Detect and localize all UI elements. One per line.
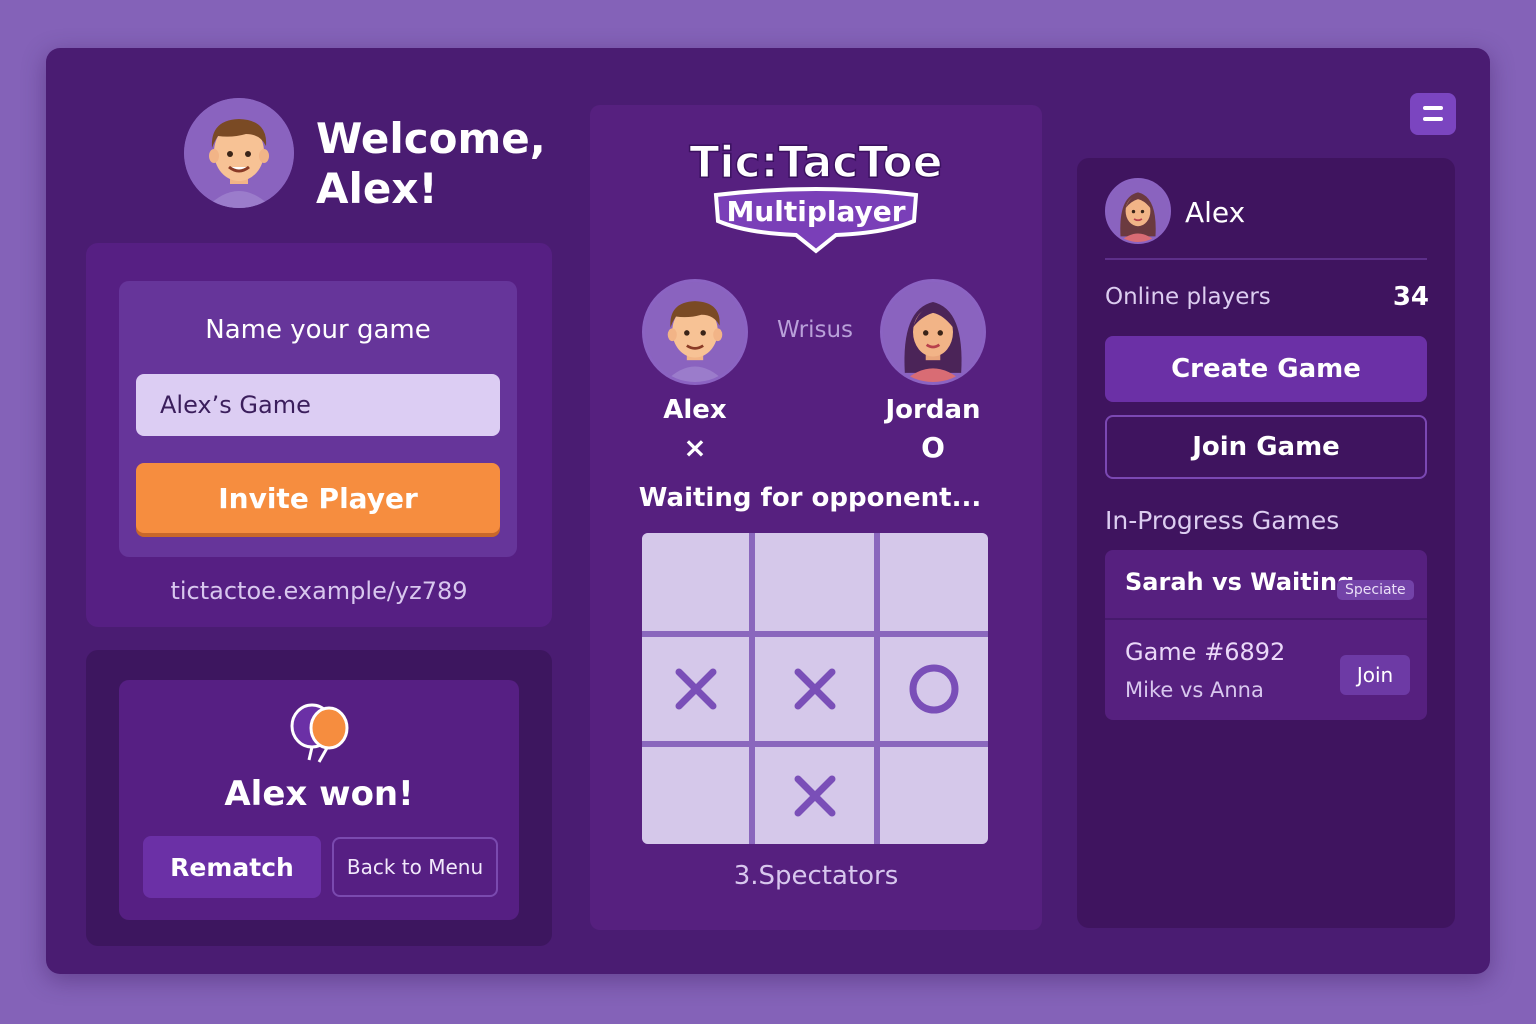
welcome-heading: Welcome, Alex!: [316, 114, 576, 214]
girl-avatar-icon: [1107, 180, 1169, 242]
versus-label: Wrisus: [776, 317, 854, 343]
game-list-item[interactable]: Game #6892 Mike vs Anna Join: [1105, 622, 1427, 720]
board-cell[interactable]: [755, 533, 874, 631]
game-list-item[interactable]: Sarah vs Waiting Speciate: [1105, 550, 1427, 620]
game-name-input[interactable]: [136, 374, 500, 436]
lobby-sidebar: Alex Online players 34 Create Game Join …: [1077, 158, 1455, 928]
divider: [1105, 258, 1427, 260]
welcome-avatar: [184, 98, 294, 208]
x-mark-icon: [794, 775, 835, 816]
player2-name: Jordan: [885, 395, 981, 425]
game-board: [642, 533, 988, 844]
game-status: Waiting for opponent...: [638, 483, 982, 513]
player1-mark: ×: [683, 431, 707, 464]
welcome-line-1: Welcome,: [316, 114, 546, 163]
game-logo: Tic:TacToe Multiplayer: [689, 136, 943, 254]
o-mark-icon: [909, 664, 959, 714]
game-title: Sarah vs Waiting: [1125, 568, 1355, 596]
board-cell[interactable]: [642, 637, 749, 741]
logo-subtitle: Multiplayer: [726, 195, 905, 228]
welcome-line-2: Alex!: [316, 164, 438, 213]
player1-name: Alex: [663, 395, 727, 425]
boy-avatar-icon: [184, 98, 294, 208]
player2-mark: O: [921, 431, 945, 464]
create-game-card: Name your game Invite Player tictactoe.e…: [86, 243, 552, 627]
board-cell[interactable]: [755, 747, 874, 844]
winner-message: Alex won!: [224, 774, 414, 814]
girl-avatar-icon: [883, 282, 983, 382]
invite-player-button[interactable]: Invite Player: [136, 463, 500, 533]
create-game-button[interactable]: Create Game: [1105, 336, 1427, 402]
menu-button[interactable]: [1410, 93, 1456, 135]
share-link[interactable]: tictactoe.example/yz789: [86, 577, 552, 605]
balloons-icon: [290, 703, 349, 763]
join-game-row-button[interactable]: Join: [1340, 655, 1410, 695]
board-cell[interactable]: [755, 637, 874, 741]
board-cell[interactable]: [880, 533, 988, 631]
player1-avatar: [642, 279, 748, 385]
create-game-form: Name your game Invite Player: [119, 281, 517, 557]
user-avatar: [1105, 178, 1171, 244]
app-window: Welcome, Alex! Name your game Invite Pla…: [46, 48, 1490, 974]
game-panel: Tic:TacToe Multiplayer Wrisus Alex × Jor…: [590, 105, 1042, 930]
in-progress-games-list: Sarah vs Waiting Speciate Game #6892 Mik…: [1105, 550, 1427, 720]
online-players-label: Online players: [1105, 284, 1271, 310]
hamburger-icon-bar: [1423, 117, 1443, 121]
rematch-button[interactable]: Rematch: [143, 836, 321, 898]
result-card: Alex won! Rematch Back to Menu: [86, 650, 552, 946]
spectate-badge[interactable]: Speciate: [1337, 580, 1414, 600]
game-title: Game #6892: [1125, 638, 1286, 666]
logo-title: Tic:TacToe: [689, 137, 942, 188]
in-progress-heading: In-Progress Games: [1105, 506, 1340, 535]
board-cell[interactable]: [642, 747, 749, 844]
player2-avatar: [880, 279, 986, 385]
board-cell[interactable]: [880, 747, 988, 844]
user-name: Alex: [1185, 196, 1246, 229]
boy-avatar-icon: [645, 282, 745, 382]
board-cell[interactable]: [642, 533, 749, 631]
back-to-menu-button[interactable]: Back to Menu: [332, 837, 498, 897]
join-game-button[interactable]: Join Game: [1105, 415, 1427, 479]
spectator-count: 3.Spectators: [733, 861, 899, 891]
x-mark-icon: [794, 668, 835, 710]
game-players: Mike vs Anna: [1125, 678, 1264, 702]
online-players-count: 34: [1392, 282, 1429, 312]
hamburger-icon: [1423, 106, 1443, 110]
x-mark-icon: [675, 668, 716, 710]
board-cell[interactable]: [880, 637, 988, 741]
game-name-label: Name your game: [205, 315, 431, 345]
result-panel: Alex won! Rematch Back to Menu: [119, 680, 519, 920]
